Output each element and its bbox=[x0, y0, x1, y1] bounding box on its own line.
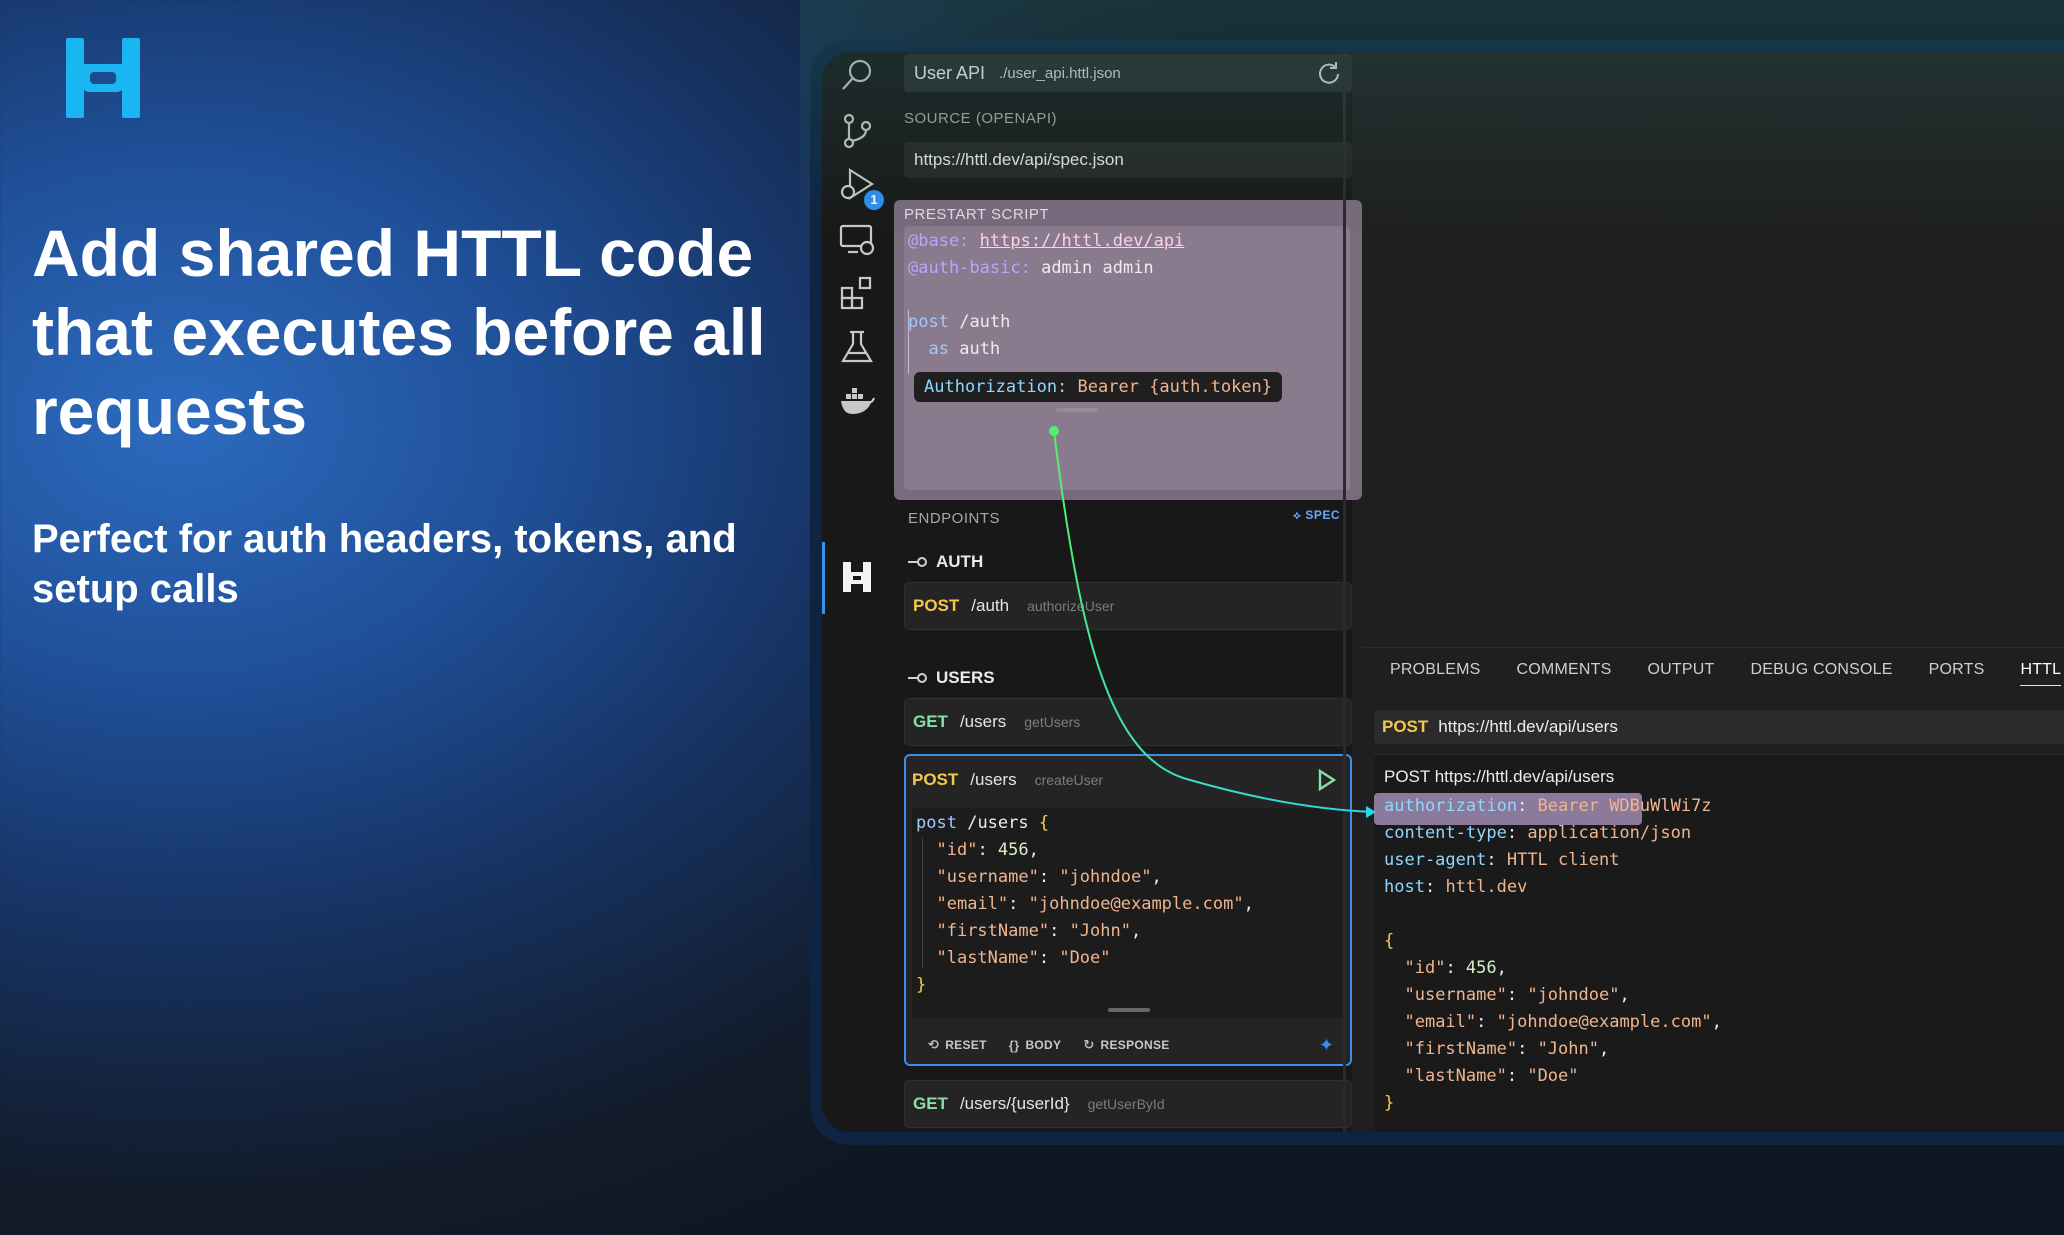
request-url-bar[interactable]: POST https://httl.dev/api/users bbox=[1374, 710, 2064, 744]
api-path: ./user_api.httl.json bbox=[999, 64, 1121, 82]
response-icon: ↻ bbox=[1083, 1037, 1095, 1052]
headline: Add shared HTTL code that executes befor… bbox=[32, 216, 766, 448]
reset-icon: ⟲ bbox=[928, 1037, 940, 1052]
active-indicator bbox=[822, 542, 825, 614]
authorization-header-chip: Authorization: Bearer {auth.token} bbox=[914, 372, 1283, 402]
api-title: User API bbox=[914, 62, 986, 83]
endpoint-post-users-expanded[interactable]: POST /users createUser post /users { "id… bbox=[904, 754, 1352, 1066]
httl-sidebar: User API ./user_api.httl.json SOURCE (OP… bbox=[892, 52, 1362, 1132]
sparkle-icon[interactable]: ✦ bbox=[1319, 1035, 1334, 1056]
key-icon bbox=[908, 673, 927, 683]
tab-httl[interactable]: HTTL bbox=[2020, 648, 2062, 692]
body-button[interactable]: {} BODY bbox=[1009, 1038, 1062, 1053]
run-debug-icon[interactable]: 1 bbox=[834, 162, 884, 210]
bottom-panel: PROBLEMS COMMENTS OUTPUT DEBUG CONSOLE P… bbox=[1362, 647, 2064, 1132]
source-url-input[interactable]: https://httl.dev/api/spec.json bbox=[904, 142, 1352, 178]
tab-debug-console[interactable]: DEBUG CONSOLE bbox=[1750, 648, 1892, 692]
tab-ports[interactable]: PORTS bbox=[1929, 648, 1985, 692]
endpoint-get-user-by-id[interactable]: GET /users/{userId} getUserById bbox=[904, 1080, 1352, 1128]
activity-bar: 1 bbox=[822, 52, 892, 1132]
request-line: POST https://httl.dev/api/users bbox=[1384, 767, 1615, 786]
reset-button[interactable]: ⟲ RESET bbox=[928, 1037, 987, 1053]
resize-handle[interactable] bbox=[1108, 1008, 1150, 1012]
spec-icon: ⟡ bbox=[1293, 508, 1302, 522]
prestart-editor[interactable]: @base: https://httl.dev/api @auth-basic:… bbox=[904, 226, 1350, 490]
endpoint-post-auth[interactable]: POST /auth authorizeUser bbox=[904, 582, 1352, 630]
key-icon bbox=[908, 557, 927, 567]
editor-area bbox=[1362, 52, 2064, 647]
request-toolbar: ⟲ RESET {} BODY ↻ RESPONSE bbox=[906, 1034, 1350, 1056]
extensions-icon[interactable] bbox=[834, 270, 880, 316]
tab-comments[interactable]: COMMENTS bbox=[1517, 648, 1612, 692]
request-editor[interactable]: post /users { "id": 456, "username": "jo… bbox=[912, 808, 1344, 1018]
sidebar-scrollbar[interactable] bbox=[1343, 52, 1346, 1132]
source-control-icon[interactable] bbox=[834, 108, 880, 154]
run-play-icon[interactable] bbox=[1314, 768, 1338, 792]
spec-link[interactable]: ⟡ SPEC bbox=[1293, 508, 1340, 523]
endpoint-get-users[interactable]: GET /users getUsers bbox=[904, 698, 1352, 746]
prestart-script-panel: PRESTART SCRIPT @base: https://httl.dev/… bbox=[894, 200, 1362, 500]
debug-badge: 1 bbox=[864, 190, 884, 210]
api-file-header[interactable]: User API ./user_api.httl.json bbox=[904, 54, 1352, 92]
endpoints-label: ENDPOINTS bbox=[908, 510, 1001, 527]
tab-output[interactable]: OUTPUT bbox=[1647, 648, 1714, 692]
httl-logo bbox=[66, 38, 140, 118]
endpoints-header: ENDPOINTS ⟡ SPEC bbox=[892, 502, 1362, 536]
panel-tabs: PROBLEMS COMMENTS OUTPUT DEBUG CONSOLE P… bbox=[1362, 648, 2064, 692]
resize-handle[interactable] bbox=[1056, 408, 1098, 412]
docker-icon[interactable] bbox=[834, 378, 880, 424]
testing-icon[interactable] bbox=[834, 324, 880, 370]
refresh-icon[interactable] bbox=[1316, 60, 1342, 86]
response-body: authorization: Bearer WDBuWlWi7z content… bbox=[1384, 796, 1722, 1113]
response-view: POST https://httl.dev/api/users authoriz… bbox=[1374, 754, 2064, 1132]
search-icon[interactable] bbox=[834, 52, 880, 98]
prestart-label: PRESTART SCRIPT bbox=[904, 206, 1050, 223]
httl-icon[interactable] bbox=[834, 554, 880, 600]
source-label: SOURCE (OPENAPI) bbox=[904, 110, 1058, 127]
response-button[interactable]: ↻ RESPONSE bbox=[1083, 1037, 1169, 1053]
group-auth[interactable]: AUTH bbox=[908, 552, 983, 572]
subline: Perfect for auth headers, tokens, and se… bbox=[32, 517, 737, 611]
remote-explorer-icon[interactable] bbox=[834, 216, 880, 262]
braces-icon: {} bbox=[1008, 1037, 1020, 1053]
tab-problems[interactable]: PROBLEMS bbox=[1390, 648, 1481, 692]
group-users[interactable]: USERS bbox=[908, 668, 995, 688]
endpoint-post-users-header[interactable]: POST /users createUser bbox=[906, 756, 1350, 804]
vscode-window: 1 User API ./user_api.httl.json SOURCE (… bbox=[822, 52, 2064, 1132]
